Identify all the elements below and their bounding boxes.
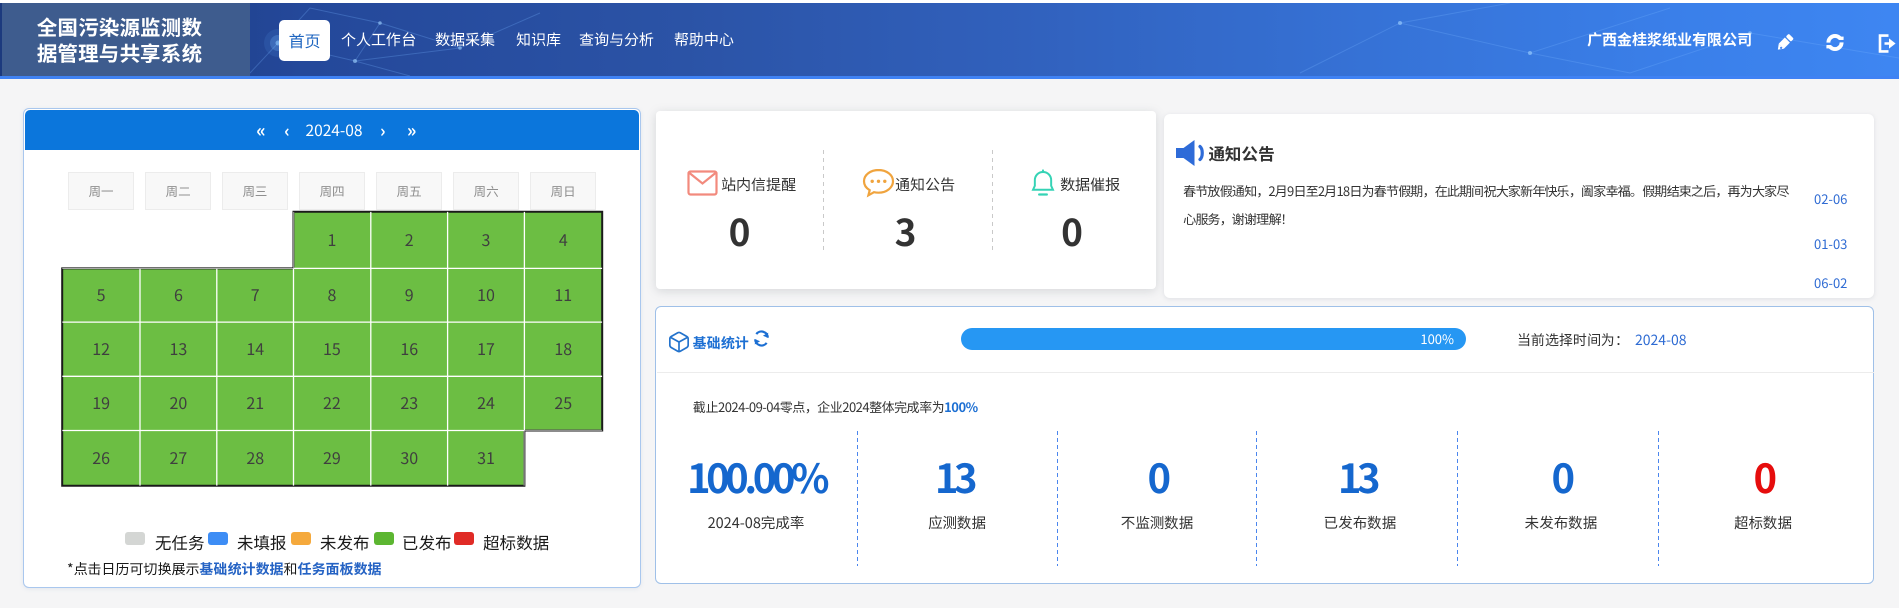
svg-text:22: 22 xyxy=(323,390,341,414)
svg-text:27: 27 xyxy=(170,445,188,469)
svg-text:29: 29 xyxy=(323,445,341,469)
svg-text:25: 25 xyxy=(554,390,572,414)
svg-text:6: 6 xyxy=(174,282,183,306)
svg-text:12: 12 xyxy=(92,336,110,360)
svg-text:26: 26 xyxy=(92,445,110,469)
svg-text:8: 8 xyxy=(327,282,336,306)
svg-text:13: 13 xyxy=(170,336,188,360)
svg-text:19: 19 xyxy=(92,390,110,414)
svg-text:17: 17 xyxy=(477,336,495,360)
svg-text:18: 18 xyxy=(554,336,572,360)
svg-text:7: 7 xyxy=(251,282,260,306)
svg-text:11: 11 xyxy=(554,282,572,306)
svg-text:30: 30 xyxy=(400,445,418,469)
svg-text:20: 20 xyxy=(170,390,188,414)
svg-text:23: 23 xyxy=(400,390,418,414)
svg-text:2: 2 xyxy=(405,227,414,251)
svg-text:1: 1 xyxy=(327,227,336,251)
svg-text:5: 5 xyxy=(97,282,106,306)
svg-text:14: 14 xyxy=(246,336,264,360)
svg-text:28: 28 xyxy=(246,445,264,469)
svg-text:31: 31 xyxy=(477,445,495,469)
svg-text:15: 15 xyxy=(323,336,341,360)
svg-text:4: 4 xyxy=(559,227,568,251)
svg-text:21: 21 xyxy=(246,390,264,414)
svg-text:3: 3 xyxy=(482,227,491,251)
svg-text:24: 24 xyxy=(477,390,495,414)
svg-text:10: 10 xyxy=(477,282,495,306)
svg-text:9: 9 xyxy=(405,282,414,306)
svg-text:16: 16 xyxy=(400,336,418,360)
